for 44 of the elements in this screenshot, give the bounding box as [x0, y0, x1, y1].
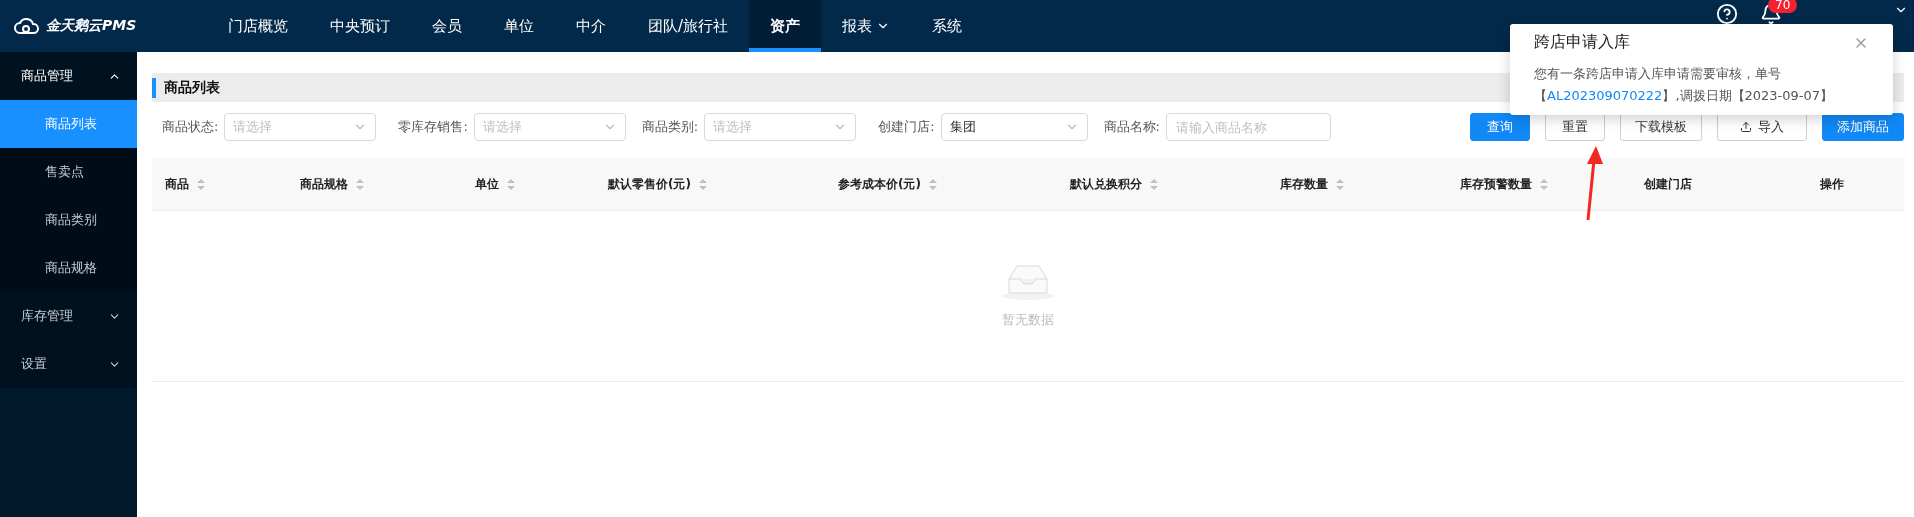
- nav-tab[interactable]: 团队/旅行社: [627, 0, 750, 52]
- nav-tab[interactable]: 单位: [483, 0, 555, 52]
- column-header[interactable]: 参考成本价(元): [838, 175, 921, 193]
- notification-title: 跨店申请入库: [1534, 32, 1630, 53]
- sidebar-group[interactable]: 库存管理: [0, 292, 137, 340]
- column-header[interactable]: 库存数量: [1280, 175, 1328, 193]
- app-logo: 金天鹅云PMS: [0, 0, 179, 52]
- sidebar-item[interactable]: 售卖点: [0, 148, 137, 196]
- column-header[interactable]: 商品: [165, 175, 189, 193]
- empty-text: 暂无数据: [1002, 311, 1054, 329]
- input-field[interactable]: 请输入商品名称: [1165, 113, 1331, 141]
- notification-badge: 70: [1768, 0, 1798, 13]
- order-link[interactable]: AL202309070222: [1547, 88, 1663, 103]
- sidebar-item[interactable]: 商品规格: [0, 244, 137, 292]
- nav-tab[interactable]: 门店概览: [207, 0, 309, 52]
- column-header: 操作: [1820, 175, 1844, 193]
- nav-tab[interactable]: 中央预订: [309, 0, 411, 52]
- column-header: 创建门店: [1644, 175, 1692, 193]
- sidebar-item[interactable]: 商品类别: [0, 196, 137, 244]
- column-header[interactable]: 库存预警数量: [1460, 175, 1532, 193]
- nav-tab[interactable]: 中介: [555, 0, 627, 52]
- page-title: 商品列表: [164, 78, 220, 97]
- column-header[interactable]: 默认兑换积分: [1070, 175, 1142, 193]
- column-header[interactable]: 商品规格: [300, 175, 348, 193]
- sidebar-group[interactable]: 设置: [0, 340, 137, 388]
- filter-label: 商品名称:: [1103, 118, 1160, 136]
- sidebar-group[interactable]: 商品管理: [0, 52, 137, 100]
- action-button[interactable]: 重置: [1545, 113, 1605, 141]
- nav-tab[interactable]: 资产: [749, 0, 822, 52]
- filter-label: 零库存销售:: [398, 118, 468, 136]
- filter-label: 商品状态:: [162, 118, 219, 136]
- nav-tab[interactable]: 系统: [911, 0, 984, 52]
- action-button[interactable]: 下载模板: [1620, 113, 1702, 141]
- notification-message: 您有一条跨店申请入库申请需要审核，单号 【AL202309070222】,调拨日期【2023-09-07】: [1534, 65, 1835, 105]
- action-button[interactable]: 查询: [1470, 113, 1530, 141]
- action-button[interactable]: 添加商品: [1822, 113, 1904, 141]
- select-field[interactable]: 集团: [940, 113, 1088, 141]
- nav-tab[interactable]: 会员: [411, 0, 483, 52]
- filter-label: 创建门店:: [878, 118, 935, 136]
- column-header[interactable]: 默认零售价(元): [608, 175, 691, 193]
- action-button[interactable]: 导入: [1717, 113, 1807, 141]
- filter-label: 商品类别:: [641, 118, 699, 136]
- nav-tab[interactable]: 报表: [821, 0, 912, 52]
- column-header[interactable]: 单位: [475, 175, 499, 193]
